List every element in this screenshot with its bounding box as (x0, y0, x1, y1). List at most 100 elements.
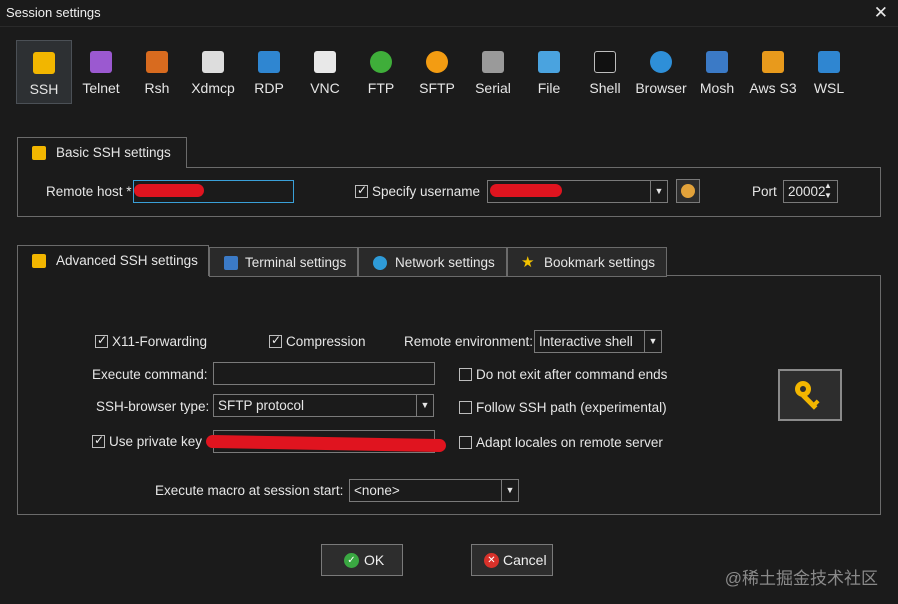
protocol-label: WSL (813, 80, 845, 96)
adapt-locales-label: Adapt locales on remote server (476, 435, 663, 450)
key-icon (33, 52, 55, 74)
protocol-label: SSH (29, 81, 59, 97)
protocol-label: Mosh (699, 80, 735, 96)
wsl-icon (818, 51, 840, 73)
protocol-serial[interactable]: Serial (465, 40, 521, 104)
compression-label: Compression (286, 334, 366, 349)
chevron-down-icon[interactable]: ▼ (644, 331, 661, 352)
aws-s3-icon (762, 51, 784, 73)
tab-label: Basic SSH settings (56, 145, 171, 160)
execute-command-input[interactable] (213, 362, 435, 385)
ssh-browser-type-select[interactable]: SFTP protocol ▼ (213, 394, 434, 417)
xdmcp-icon (202, 51, 224, 73)
telnet-icon (90, 51, 112, 73)
protocol-wsl[interactable]: WSL (801, 40, 857, 104)
protocol-label: File (537, 80, 561, 96)
ftp-icon (370, 51, 392, 73)
port-label: Port (752, 184, 777, 199)
ssh-browser-type-label: SSH-browser type: (96, 399, 210, 414)
adapt-locales-checkbox[interactable] (459, 436, 472, 449)
protocol-label: Browser (635, 80, 687, 96)
window-title: Session settings (6, 5, 101, 20)
chevron-down-icon[interactable]: ▼ (416, 395, 433, 416)
ok-button[interactable]: ✓ OK (321, 544, 403, 576)
follow-ssh-path-checkbox[interactable] (459, 401, 472, 414)
port-spinner-icon[interactable]: ▲ ▼ (824, 181, 832, 201)
file-icon (538, 51, 560, 73)
remote-environment-select[interactable]: Interactive shell ▼ (534, 330, 662, 353)
compression-checkbox[interactable]: ✓ (269, 333, 282, 348)
protocol-browser[interactable]: Browser (633, 40, 689, 104)
key-icon (795, 381, 820, 410)
serial-icon (482, 51, 504, 73)
protocol-label: Xdmcp (191, 80, 235, 96)
protocol-xdmcp[interactable]: Xdmcp (185, 40, 241, 104)
tab-advanced-ssh-settings[interactable]: Advanced SSH settings (17, 245, 209, 276)
ok-label: OK (364, 552, 385, 568)
protocol-label: VNC (310, 80, 340, 96)
rdp-icon (258, 51, 280, 73)
browser-icon (650, 51, 672, 73)
follow-ssh-path-label: Follow SSH path (experimental) (476, 400, 667, 415)
remote-environment-label: Remote environment: (404, 334, 534, 349)
title-bar: Session settings ✕ (0, 0, 898, 27)
private-key-browse-button[interactable] (778, 369, 842, 421)
protocol-label: Shell (589, 80, 621, 96)
protocol-toolbar: SSH Telnet Rsh Xdmcp RDP VNC FTP SFTP Se… (16, 40, 856, 106)
remote-environment-value: Interactive shell (539, 334, 633, 349)
x11-forwarding-checkbox[interactable]: ✓ (95, 333, 108, 348)
redaction-mark (490, 184, 562, 197)
x11-forwarding-label: X11-Forwarding (112, 334, 208, 349)
mosh-icon (706, 51, 728, 73)
protocol-telnet[interactable]: Telnet (73, 40, 129, 104)
use-private-key-checkbox[interactable]: ✓ (92, 433, 105, 448)
protocol-ftp[interactable]: FTP (353, 40, 409, 104)
sftp-icon (426, 51, 448, 73)
specify-username-label: Specify username (372, 184, 481, 199)
chevron-down-icon[interactable]: ▼ (650, 181, 667, 202)
cancel-label: Cancel (503, 552, 547, 568)
protocol-ssh[interactable]: SSH (16, 40, 72, 104)
execute-macro-select[interactable]: <none> ▼ (349, 479, 519, 502)
chevron-down-icon[interactable]: ▼ (501, 480, 518, 501)
execute-command-label: Execute command: (92, 367, 208, 382)
protocol-rdp[interactable]: RDP (241, 40, 297, 104)
key-icon (32, 146, 46, 160)
key-icon (32, 254, 46, 268)
protocol-mosh[interactable]: Mosh (689, 40, 745, 104)
close-icon[interactable]: ✕ (874, 3, 888, 23)
protocol-rsh[interactable]: Rsh (129, 40, 185, 104)
watermark: @稀土掘金技术社区 (724, 569, 878, 588)
protocol-vnc[interactable]: VNC (297, 40, 353, 104)
shell-icon (594, 51, 616, 73)
execute-macro-value: <none> (354, 483, 400, 498)
user-icon (681, 184, 695, 198)
protocol-shell[interactable]: Shell (577, 40, 633, 104)
user-manager-button[interactable] (676, 179, 700, 203)
tab-terminal-settings[interactable]: Terminal settings (209, 247, 358, 277)
check-icon: ✓ (344, 553, 359, 568)
tab-bookmark-settings[interactable]: ★ Bookmark settings (507, 247, 667, 277)
cancel-icon: ✕ (484, 553, 499, 568)
do-not-exit-label: Do not exit after command ends (476, 367, 668, 382)
protocol-label: Serial (475, 80, 511, 96)
tab-basic-ssh-settings[interactable]: Basic SSH settings (17, 137, 187, 168)
remote-host-label: Remote host * (46, 184, 132, 199)
cancel-button[interactable]: ✕ Cancel (471, 544, 553, 576)
tab-network-settings[interactable]: Network settings (358, 247, 507, 277)
do-not-exit-checkbox[interactable] (459, 368, 472, 381)
vnc-icon (314, 51, 336, 73)
network-icon (373, 256, 387, 270)
protocol-file[interactable]: File (521, 40, 577, 104)
tab-label: Advanced SSH settings (56, 253, 198, 268)
execute-macro-label: Execute macro at session start: (155, 483, 344, 498)
star-icon: ★ (521, 254, 535, 271)
tab-label: Terminal settings (245, 255, 347, 270)
protocol-sftp[interactable]: SFTP (409, 40, 465, 104)
protocol-label: Aws S3 (749, 80, 797, 96)
protocol-label: SFTP (419, 80, 455, 96)
terminal-icon (224, 256, 238, 270)
specify-username-checkbox[interactable]: ✓ (355, 183, 368, 198)
ssh-browser-type-value: SFTP protocol (218, 398, 305, 413)
protocol-aws-s3[interactable]: Aws S3 (745, 40, 801, 104)
